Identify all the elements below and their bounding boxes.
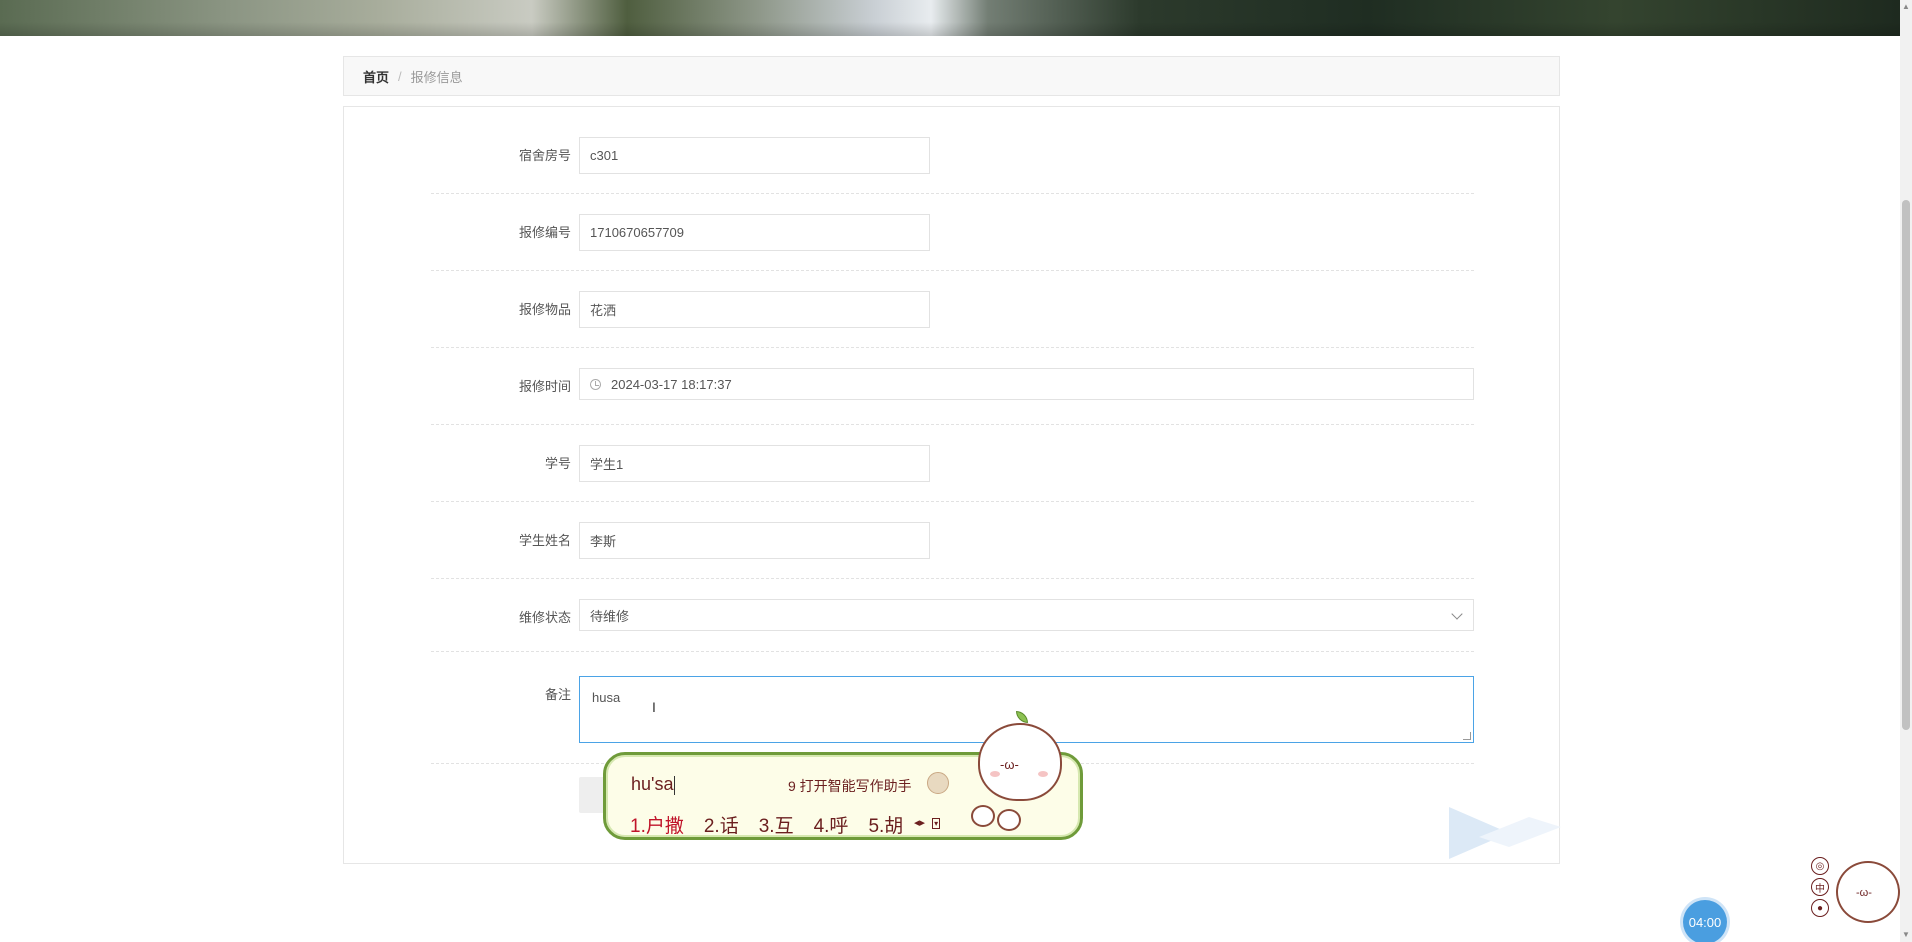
student-name-value: 李斯 <box>590 534 617 549</box>
room-input[interactable]: c301 <box>579 137 930 174</box>
form-row-status: 维修状态 待维修 <box>431 579 1474 652</box>
next-page-icon[interactable]: ▸ <box>920 817 926 829</box>
form-row-student-name: 学生姓名 李斯 <box>431 502 1474 579</box>
small-mascot-icon <box>971 805 995 827</box>
breadcrumb: 首页 / 报修信息 <box>343 56 1560 96</box>
form-row-remark: 备注 husa I <box>431 652 1474 764</box>
repair-form-panel: 宿舍房号 c301 报修编号 1710670657709 报修物品 花洒 报修时… <box>343 106 1561 864</box>
time-label: 报修时间 <box>518 379 571 394</box>
scrollbar-thumb[interactable] <box>1902 200 1910 730</box>
breadcrumb-home-link[interactable]: 首页 <box>363 67 389 86</box>
repair-no-label: 报修编号 <box>518 225 571 240</box>
side-mascot-face: -ω- <box>1856 887 1872 899</box>
form-row-repair-no: 报修编号 1710670657709 <box>431 194 1474 271</box>
ime-mascot-icon: -ω- <box>968 711 1068 815</box>
status-select[interactable]: 待维修 <box>579 599 1474 631</box>
mascot-blush <box>990 771 1000 777</box>
ime-writing-assistant-hint[interactable]: 9 打开智能写作助手 <box>788 776 912 796</box>
ime-candidate[interactable]: 4.呼 <box>814 811 849 838</box>
side-toolbar: ◎ 中 ● <box>1811 857 1831 920</box>
header-banner-image <box>0 0 1900 36</box>
student-name-label: 学生姓名 <box>518 533 571 548</box>
ime-candidate-window: hu'sa 9 打开智能写作助手 1.户撒 2.话 3.互 4.呼 5.胡 ◂▸… <box>603 711 1083 840</box>
student-id-input[interactable]: 学生1 <box>579 445 930 482</box>
student-name-input[interactable]: 李斯 <box>579 522 930 559</box>
ime-candidate-list: 1.户撒 2.话 3.互 4.呼 5.胡 <box>630 811 923 838</box>
scroll-up-arrow-icon[interactable]: ▲ <box>1902 2 1910 12</box>
ime-page-nav[interactable]: ◂▸ ▾ <box>914 816 941 829</box>
breadcrumb-separator: / <box>398 68 402 84</box>
form-row-student-id: 学号 学生1 <box>431 425 1474 502</box>
watermark-logo <box>1449 807 1561 859</box>
mascot-face: -ω- <box>1000 757 1019 772</box>
side-tool-mascot-icon[interactable]: ● <box>1811 899 1829 917</box>
repair-no-value: 1710670657709 <box>590 225 684 240</box>
item-label: 报修物品 <box>518 302 571 317</box>
student-id-value: 学生1 <box>590 457 624 472</box>
timer-badge[interactable]: 04:00 <box>1683 900 1727 942</box>
time-value: 2024-03-17 18:17:37 <box>611 376 732 392</box>
ime-composition: hu'sa <box>631 774 676 795</box>
ime-composition-text: hu'sa <box>631 774 674 794</box>
item-value: 花洒 <box>590 303 617 318</box>
room-value: c301 <box>590 148 619 163</box>
chevron-down-icon <box>1451 608 1463 620</box>
mascot-blush <box>1038 771 1048 777</box>
repair-no-input[interactable]: 1710670657709 <box>579 214 930 251</box>
time-input[interactable]: 2024-03-17 18:17:37 <box>579 368 1474 400</box>
ime-caret <box>674 775 676 795</box>
page-scrollbar[interactable]: ▲ ▼ <box>1900 0 1912 942</box>
scroll-down-arrow-icon[interactable]: ▼ <box>1902 930 1910 940</box>
remark-label: 备注 <box>544 687 571 702</box>
ime-candidate[interactable]: 3.互 <box>759 811 794 838</box>
resize-handle[interactable] <box>1463 732 1471 740</box>
ime-candidate[interactable]: 2.话 <box>704 811 739 838</box>
room-label: 宿舍房号 <box>518 148 571 163</box>
small-mascot-icon <box>997 809 1021 831</box>
ime-candidate[interactable]: 1.户撒 <box>630 811 684 838</box>
breadcrumb-current: 报修信息 <box>410 69 463 85</box>
form-row-item: 报修物品 花洒 <box>431 271 1474 348</box>
clock-icon <box>590 378 601 390</box>
side-tool-chinese-mode-icon[interactable]: 中 <box>1811 878 1829 896</box>
remark-value: husa <box>592 690 621 705</box>
ime-status-mascot-icon[interactable]: -ω- <box>1834 855 1902 930</box>
form-row-room: 宿舍房号 c301 <box>431 107 1474 194</box>
student-id-label: 学号 <box>544 456 571 471</box>
ime-candidate[interactable]: 5.胡 <box>868 811 903 838</box>
page: ▲ ▼ 首页 / 报修信息 宿舍房号 c301 报修编号 17106706577… <box>0 0 1912 942</box>
form-row-time: 报修时间 2024-03-17 18:17:37 <box>431 348 1474 425</box>
mascot-head <box>978 723 1062 801</box>
expand-candidates-icon[interactable]: ▾ <box>932 818 941 829</box>
status-label: 维修状态 <box>518 610 571 625</box>
item-input[interactable]: 花洒 <box>579 291 930 328</box>
text-cursor-icon: I <box>652 699 656 715</box>
status-value: 待维修 <box>590 608 630 624</box>
assistant-icon[interactable] <box>927 772 949 794</box>
side-tool-skin-icon[interactable]: ◎ <box>1811 857 1829 875</box>
